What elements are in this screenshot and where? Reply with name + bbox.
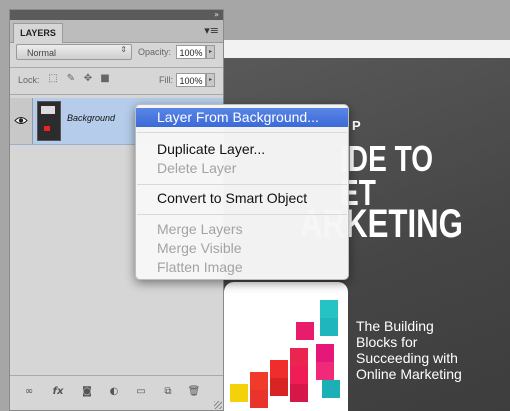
lock-transparent-icon[interactable]: ⬚ — [47, 73, 59, 85]
fill-input[interactable]: 100% — [176, 73, 206, 87]
panel-tab-row: LAYERS ▾≡ — [10, 20, 223, 43]
cube-shape — [270, 360, 288, 378]
eye-icon — [14, 117, 28, 124]
cube-shape — [290, 366, 308, 384]
menu-item-flatten-image[interactable]: Flatten Image — [136, 258, 348, 277]
menu-item-merge-layers[interactable]: Merge Layers — [136, 220, 348, 239]
cube-shape — [250, 372, 268, 390]
cube-shape — [290, 384, 308, 402]
cube-shape — [290, 348, 308, 366]
menu-separator — [137, 132, 347, 133]
book-tagline: The Building Blocks for Succeeding with … — [356, 318, 462, 382]
visibility-toggle[interactable] — [10, 98, 33, 144]
panel-menu-icon[interactable]: ▾≡ — [204, 24, 219, 37]
cube-shape — [296, 322, 314, 340]
fill-dropdown-icon[interactable]: ▸ — [206, 73, 215, 87]
opacity-label: Opacity: — [138, 47, 172, 57]
layer-thumbnail — [37, 101, 61, 141]
panel-titlebar[interactable]: » — [10, 10, 223, 20]
divider — [10, 67, 223, 68]
cube-shape — [230, 384, 248, 402]
lock-all-icon[interactable]: ■ — [99, 73, 111, 85]
divider — [10, 94, 223, 95]
cube-shape — [270, 378, 288, 396]
layer-context-menu: Layer From Background... Duplicate Layer… — [135, 104, 349, 280]
collapse-icon[interactable]: » — [214, 10, 219, 20]
panel-footer: ∞ fx ◙ ◐ ▭ ⧉ 🗑 — [10, 375, 223, 410]
new-layer-icon[interactable]: ⧉ — [160, 386, 176, 398]
thumbnail-detail — [44, 126, 50, 131]
menu-item-layer-from-background[interactable]: Layer From Background... — [136, 108, 348, 127]
cube-shape — [322, 380, 340, 398]
layer-name: Background — [67, 113, 116, 123]
lock-label: Lock: — [18, 75, 40, 85]
book-title-fragment: P — [352, 118, 362, 133]
lock-image-icon[interactable]: ✎ — [65, 73, 77, 85]
thumbnail-detail — [41, 106, 55, 114]
cube-shape — [320, 300, 338, 318]
opacity-dropdown-icon[interactable]: ▸ — [206, 45, 215, 59]
group-icon[interactable]: ▭ — [133, 386, 149, 398]
cube-shape — [250, 390, 268, 408]
blend-mode-value: Normal — [27, 48, 57, 58]
menu-separator — [137, 214, 347, 215]
resize-grip[interactable] — [214, 401, 222, 409]
cube-shape — [316, 344, 334, 362]
trash-icon[interactable]: 🗑 — [186, 386, 202, 398]
cube-shape — [316, 362, 334, 380]
mask-icon[interactable]: ◙ — [79, 386, 95, 398]
blend-mode-select[interactable]: Normal ⇕ — [16, 44, 132, 60]
menu-separator — [137, 184, 347, 185]
link-layers-icon[interactable]: ∞ — [21, 386, 37, 398]
menu-item-delete-layer[interactable]: Delete Layer — [136, 159, 348, 178]
menu-item-merge-visible[interactable]: Merge Visible — [136, 239, 348, 258]
adjustment-icon[interactable]: ◐ — [106, 386, 122, 398]
fx-icon[interactable]: fx — [50, 386, 66, 398]
select-arrows-icon: ⇕ — [120, 45, 127, 54]
lock-position-icon[interactable]: ✥ — [82, 73, 94, 85]
menu-item-duplicate-layer[interactable]: Duplicate Layer... — [136, 140, 348, 159]
fill-label: Fill: — [159, 75, 173, 85]
book-cover-art — [224, 282, 348, 411]
tab-layers[interactable]: LAYERS — [13, 23, 63, 43]
cube-shape — [320, 318, 338, 336]
menu-item-convert-smart-object[interactable]: Convert to Smart Object — [136, 189, 348, 208]
opacity-input[interactable]: 100% — [176, 45, 206, 59]
